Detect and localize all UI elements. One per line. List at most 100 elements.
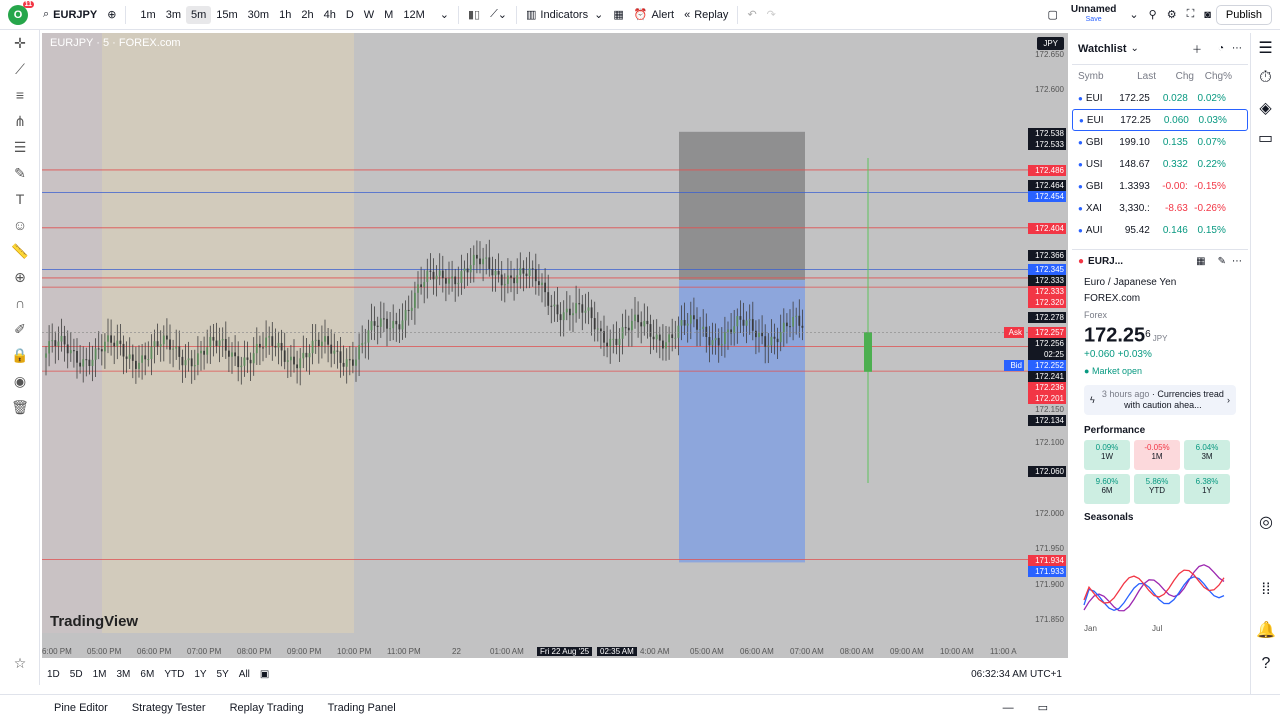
timeframe-30m[interactable]: 30m: [243, 9, 274, 21]
fullscreen-button[interactable]: ⛶: [1182, 0, 1200, 30]
watchlist-col-symb[interactable]: Symb: [1078, 71, 1118, 82]
replay-button[interactable]: «Replay: [679, 0, 733, 30]
favorites-tool[interactable]: ☆: [0, 650, 40, 676]
performance-cell[interactable]: 5.86% YTD: [1134, 474, 1180, 505]
details-symbol[interactable]: EURJ...: [1088, 256, 1123, 267]
layers-panel-button[interactable]: ◈: [1251, 93, 1280, 123]
add-symbol-button[interactable]: ⊕: [102, 0, 121, 30]
range-3m[interactable]: 3M: [112, 669, 136, 680]
visibility-tool[interactable]: ◉: [0, 368, 40, 394]
range-5d[interactable]: 5D: [65, 669, 88, 680]
pitchfork-tool[interactable]: ⋔: [0, 108, 40, 134]
timeframe-5m[interactable]: 5m: [185, 5, 212, 24]
brush-tool[interactable]: ✎: [0, 160, 40, 186]
range-all[interactable]: All: [234, 669, 255, 680]
watchlist-row[interactable]: ● EUI 172.25 0.060 0.03%: [1072, 109, 1248, 131]
help-panel-button[interactable]: ?: [1251, 649, 1280, 679]
watchlist-row[interactable]: ● GBI 199.10 0.135 0.07%: [1072, 131, 1248, 153]
notifications-panel-button[interactable]: 🔔: [1251, 615, 1280, 645]
zoom-tool[interactable]: ⊕: [0, 264, 40, 290]
panel-tab-pine-editor[interactable]: Pine Editor: [42, 702, 120, 714]
clock-readout[interactable]: 06:32:34 AM UTC+1: [971, 669, 1068, 680]
news-headline[interactable]: ϟ 3 hours ago · Currencies tread with ca…: [1084, 385, 1236, 416]
performance-cell[interactable]: 0.09% 1W: [1084, 440, 1130, 471]
indicators-button[interactable]: ▥ Indicators ⌄: [521, 0, 608, 30]
layout-dropdown[interactable]: ⌄: [1124, 0, 1143, 30]
performance-cell[interactable]: 6.04% 3M: [1184, 440, 1230, 471]
symbol-search[interactable]: ⌕ EURJPY: [28, 0, 102, 30]
draw-mode-tool[interactable]: ✐: [0, 316, 40, 342]
chart-canvas[interactable]: [42, 33, 1068, 658]
crosshair-tool[interactable]: ✛: [0, 30, 40, 56]
watchlist-row[interactable]: ● GBI 1.3393 -0.00: -0.15%: [1072, 175, 1248, 197]
ruler-tool[interactable]: 📏: [0, 238, 40, 264]
watchlist-row[interactable]: ● XAI 3,330.: -8.63 -0.26%: [1072, 197, 1248, 219]
performance-cell[interactable]: 6.38% 1Y: [1184, 474, 1230, 505]
performance-title[interactable]: Performance: [1084, 425, 1145, 436]
magnet-tool[interactable]: ∩: [0, 290, 40, 316]
candles-chart-type-button[interactable]: ▮▯: [463, 0, 485, 30]
edit-icon[interactable]: ✎: [1218, 256, 1226, 267]
range-1d[interactable]: 1D: [42, 669, 65, 680]
range-1y[interactable]: 1Y: [189, 669, 211, 680]
watchlist-title[interactable]: Watchlist: [1078, 43, 1127, 55]
range-1m[interactable]: 1M: [88, 669, 112, 680]
fib-tool[interactable]: ☰: [0, 134, 40, 160]
watchlist-col-chg[interactable]: Chg: [1156, 71, 1194, 82]
more-icon[interactable]: ⋯: [1232, 256, 1242, 267]
watchlist-col-last[interactable]: Last: [1118, 71, 1156, 82]
grid-icon[interactable]: ▦: [1196, 256, 1205, 267]
performance-cell[interactable]: 9.60% 6M: [1084, 474, 1130, 505]
timeframe-3m[interactable]: 3m: [161, 9, 186, 21]
timeframe-1h[interactable]: 1h: [274, 9, 296, 21]
watchlist-col-chgpct[interactable]: Chg%: [1194, 71, 1232, 82]
target-panel-button[interactable]: ◎: [1251, 507, 1280, 537]
layout-toggle-button[interactable]: ▢: [1042, 0, 1062, 30]
price-chart[interactable]: EURJPY · 5 · FOREX.com JPY 172.650 172.60…: [42, 33, 1068, 658]
redo-button[interactable]: ↷: [762, 0, 781, 30]
timeframe-4h[interactable]: 4h: [319, 9, 341, 21]
timeframe-W[interactable]: W: [359, 9, 379, 21]
date-range-button[interactable]: ▣: [255, 669, 274, 680]
range-6m[interactable]: 6M: [135, 669, 159, 680]
watchlist-row[interactable]: ● USI 148.67 0.332 0.22%: [1072, 153, 1248, 175]
delete-tool[interactable]: 🗑: [0, 394, 40, 420]
chat-panel-button[interactable]: ▭: [1251, 123, 1280, 153]
watchlist-panel-button[interactable]: ☰: [1251, 33, 1280, 63]
watchlist-row[interactable]: ● AUI 95.42 0.146 0.15%: [1072, 219, 1248, 241]
alerts-panel-button[interactable]: ⏱: [1251, 63, 1280, 93]
quick-search-button[interactable]: ⚲: [1144, 0, 1162, 30]
snapshot-button[interactable]: ◙: [1199, 0, 1216, 30]
profile-avatar[interactable]: O 11: [8, 0, 34, 25]
seasonals-title[interactable]: Seasonals: [1084, 512, 1133, 523]
maximize-panel-button[interactable]: ▭: [1026, 701, 1060, 714]
timeframe-12M[interactable]: 12M: [398, 9, 429, 21]
timeframe-M[interactable]: M: [379, 9, 398, 21]
panel-tab-strategy-tester[interactable]: Strategy Tester: [120, 702, 218, 714]
instrument-name[interactable]: Euro / Japanese Yen: [1084, 275, 1236, 291]
watchlist-row[interactable]: ● EUI 172.25 0.028 0.02%: [1072, 87, 1248, 109]
add-symbol-icon[interactable]: ＋: [1192, 41, 1202, 56]
minimize-panel-button[interactable]: —: [991, 702, 1026, 714]
settings-button[interactable]: ⚙: [1162, 0, 1182, 30]
publish-button[interactable]: Publish: [1215, 4, 1272, 25]
emoji-tool[interactable]: ☺: [0, 212, 40, 238]
horizontal-lines-tool[interactable]: ≡: [0, 82, 40, 108]
timeframe-dropdown[interactable]: ⌄: [435, 0, 454, 30]
lock-tool[interactable]: 🔒: [0, 342, 40, 368]
text-tool[interactable]: T: [0, 186, 40, 212]
panel-tab-trading-panel[interactable]: Trading Panel: [316, 702, 408, 714]
timeframe-D[interactable]: D: [341, 9, 359, 21]
more-icon[interactable]: ⋯: [1232, 43, 1242, 54]
panel-tab-replay-trading[interactable]: Replay Trading: [218, 702, 316, 714]
apps-panel-button[interactable]: ⁞⁞: [1251, 575, 1280, 605]
layout-name-button[interactable]: Unnamed Save: [1063, 0, 1125, 30]
range-5y[interactable]: 5Y: [212, 669, 234, 680]
templates-button[interactable]: ▦: [608, 0, 628, 30]
advanced-view-icon[interactable]: ◔: [1218, 43, 1224, 54]
undo-button[interactable]: ↶: [742, 0, 761, 30]
trendline-tool[interactable]: ⟋: [0, 56, 40, 82]
performance-cell[interactable]: -0.05% 1M: [1134, 440, 1180, 471]
alert-button[interactable]: ⏰ Alert: [629, 0, 679, 30]
range-ytd[interactable]: YTD: [159, 669, 189, 680]
